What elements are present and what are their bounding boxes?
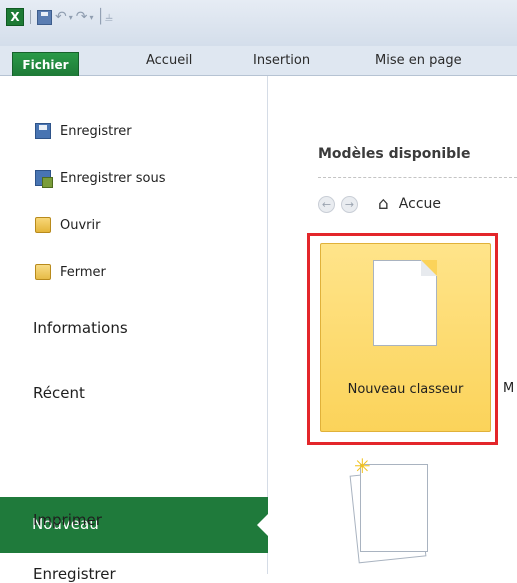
save-as-icon [35, 170, 53, 188]
template-from-existing[interactable]: ✳ [349, 454, 460, 574]
nav-item-recent[interactable]: Récent [33, 384, 85, 402]
backstage-nav: Enregistrer Enregistrer sous Ouvrir Ferm… [0, 76, 269, 583]
highlight-frame [307, 233, 498, 445]
tab-mise-en-page[interactable]: Mise en page [375, 53, 462, 68]
template-label-partial[interactable]: M [503, 381, 514, 396]
nav-item-imprimer[interactable]: Imprimer [33, 511, 102, 529]
qat-separator [30, 10, 31, 24]
tab-insertion[interactable]: Insertion [253, 53, 310, 68]
ribbon-tabs: Fichier Accueil Insertion Mise en page [0, 46, 517, 76]
cmd-label: Enregistrer sous [60, 170, 166, 186]
cmd-label: Enregistrer [60, 123, 132, 139]
open-folder-icon [35, 217, 51, 233]
divider [318, 177, 517, 178]
tab-accueil[interactable]: Accueil [146, 53, 192, 68]
qat-save-icon[interactable] [37, 9, 52, 25]
title-bar: X ↶ ▾ ↷ ▾ │⫨ [0, 0, 517, 46]
nav-item-enregistrer[interactable]: Enregistrer [33, 565, 116, 583]
section-title: Modèles disponible [318, 146, 471, 162]
close-folder-icon [35, 264, 51, 280]
cmd-enregistrer-sous[interactable]: Enregistrer sous [35, 167, 166, 189]
new-star-icon: ✳ [354, 454, 371, 478]
undo-dropdown-icon[interactable]: ▾ [69, 13, 73, 22]
cmd-fermer[interactable]: Fermer [35, 261, 106, 283]
cmd-ouvrir[interactable]: Ouvrir [35, 214, 100, 236]
cmd-label: Ouvrir [60, 217, 101, 233]
back-button[interactable]: ← [318, 195, 335, 213]
redo-dropdown-icon[interactable]: ▾ [89, 13, 93, 22]
customize-qat-icon[interactable]: │⫨ [97, 10, 113, 24]
breadcrumb-home[interactable]: Accue [399, 196, 441, 212]
cmd-enregistrer[interactable]: Enregistrer [35, 120, 132, 142]
template-nav: ← → ⌂ Accue [318, 194, 441, 214]
tab-fichier[interactable]: Fichier [12, 52, 79, 76]
save-icon [35, 123, 51, 139]
forward-button[interactable]: → [341, 195, 358, 213]
home-icon[interactable]: ⌂ [378, 195, 389, 213]
nav-item-informations[interactable]: Informations [33, 319, 128, 337]
new-pane: Modèles disponible ← → ⌂ Accue Nouveau c… [268, 76, 517, 574]
cmd-label: Fermer [60, 264, 106, 280]
excel-icon[interactable]: X [6, 8, 24, 26]
undo-icon[interactable]: ↶ [55, 10, 67, 24]
redo-icon[interactable]: ↷ [76, 10, 88, 24]
quick-access-toolbar: X ↶ ▾ ↷ ▾ │⫨ [6, 7, 113, 27]
